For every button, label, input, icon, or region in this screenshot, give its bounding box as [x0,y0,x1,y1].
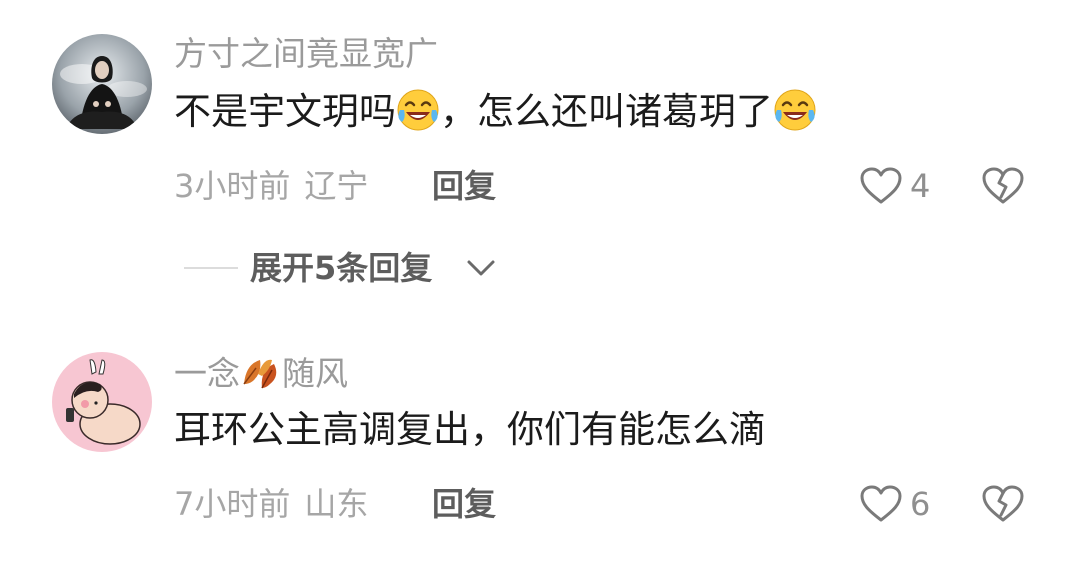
comment-username[interactable]: 方寸之间竟显宽广 [174,34,438,74]
like-count: 4 [910,167,931,205]
comment-meta: 3小时前 辽宁 [174,166,368,206]
crying-laughing-emoji-icon [396,88,440,132]
comment-time: 7小时前 [174,485,291,523]
reply-button[interactable]: 回复 [432,484,496,524]
comment-text: ，怎么还叫诸葛玥了 [440,90,773,133]
comment-location: 山东 [304,485,369,523]
reply-button[interactable]: 回复 [432,166,496,206]
username-text: 一念 [174,354,240,393]
avatar[interactable] [52,352,152,452]
chevron-down-icon [467,260,495,276]
heart-icon[interactable] [858,484,904,524]
crying-laughing-emoji-icon [773,88,817,132]
comment-content: 耳环公主高调复出，你们有能怎么滴 [174,408,766,451]
comment-meta: 7小时前 山东 [174,484,368,524]
autumn-leaf-icon [240,354,282,392]
username-text: 随风 [282,354,348,393]
broken-heart-icon[interactable] [980,166,1026,206]
comment-time: 3小时前 [174,167,291,205]
divider-line [184,267,238,269]
avatar[interactable] [52,34,152,134]
expand-replies-label: 展开5条回复 [250,249,433,287]
comment-text: 不是宇文玥吗 [174,90,396,133]
comment-username[interactable]: 一念 随风 [174,354,348,394]
heart-icon[interactable] [858,166,904,206]
comment-content: 不是宇文玥吗 ，怎么还叫诸葛玥了 [174,88,817,136]
like-count: 6 [910,485,931,523]
broken-heart-icon[interactable] [980,484,1026,524]
comment-location: 辽宁 [304,167,369,205]
